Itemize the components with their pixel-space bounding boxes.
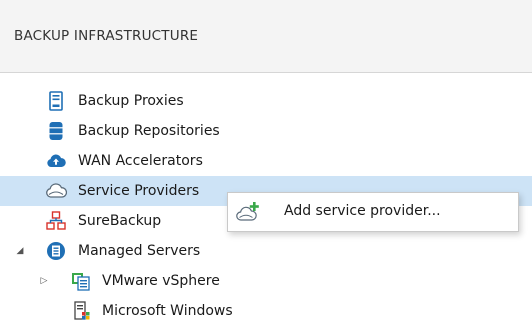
tree-item-label: VMware vSphere [102, 273, 220, 289]
tree-item-backup-repositories[interactable]: Backup Repositories [0, 116, 532, 146]
add-service-provider-menu-item[interactable]: Add service provider... [228, 193, 518, 231]
vsphere-icon [70, 270, 92, 292]
tree-item-microsoft-windows[interactable]: Microsoft Windows [0, 296, 532, 326]
tree-item-backup-proxies[interactable]: Backup Proxies [0, 86, 532, 116]
tree-item-label: Backup Proxies [78, 93, 184, 109]
tree-item-wan-accelerators[interactable]: WAN Accelerators [0, 146, 532, 176]
collapse-arrow-icon[interactable]: ◢ [14, 245, 26, 257]
tree-item-label: Managed Servers [78, 243, 201, 259]
menu-item-label: Add service provider... [284, 203, 441, 219]
windows-server-icon [70, 300, 92, 322]
tree-item-label: Backup Repositories [78, 123, 220, 139]
tree-item-managed-servers[interactable]: ◢ Managed Servers [0, 236, 532, 266]
panel-title: BACKUP INFRASTRUCTURE [14, 28, 199, 44]
tree-item-label: Service Providers [78, 183, 200, 199]
panel-header: BACKUP INFRASTRUCTURE [0, 0, 532, 73]
network-icon [45, 210, 67, 232]
tree-item-label: SureBackup [78, 213, 162, 229]
managed-servers-icon [45, 240, 67, 262]
cloud-add-icon [236, 200, 262, 224]
server-icon [45, 90, 67, 112]
context-menu: Add service provider... [227, 192, 519, 232]
backup-infrastructure-panel: BACKUP INFRASTRUCTURE Backup Proxies Bac… [0, 0, 532, 334]
cloud-icon [45, 180, 67, 202]
tree-item-label: Microsoft Windows [102, 303, 233, 319]
cloud-upload-icon [45, 150, 67, 172]
database-icon [45, 120, 67, 142]
tree-item-label: WAN Accelerators [78, 153, 203, 169]
tree-item-vmware-vsphere[interactable]: ▷ VMware vSphere [0, 266, 532, 296]
expand-arrow-icon[interactable]: ▷ [38, 275, 50, 287]
